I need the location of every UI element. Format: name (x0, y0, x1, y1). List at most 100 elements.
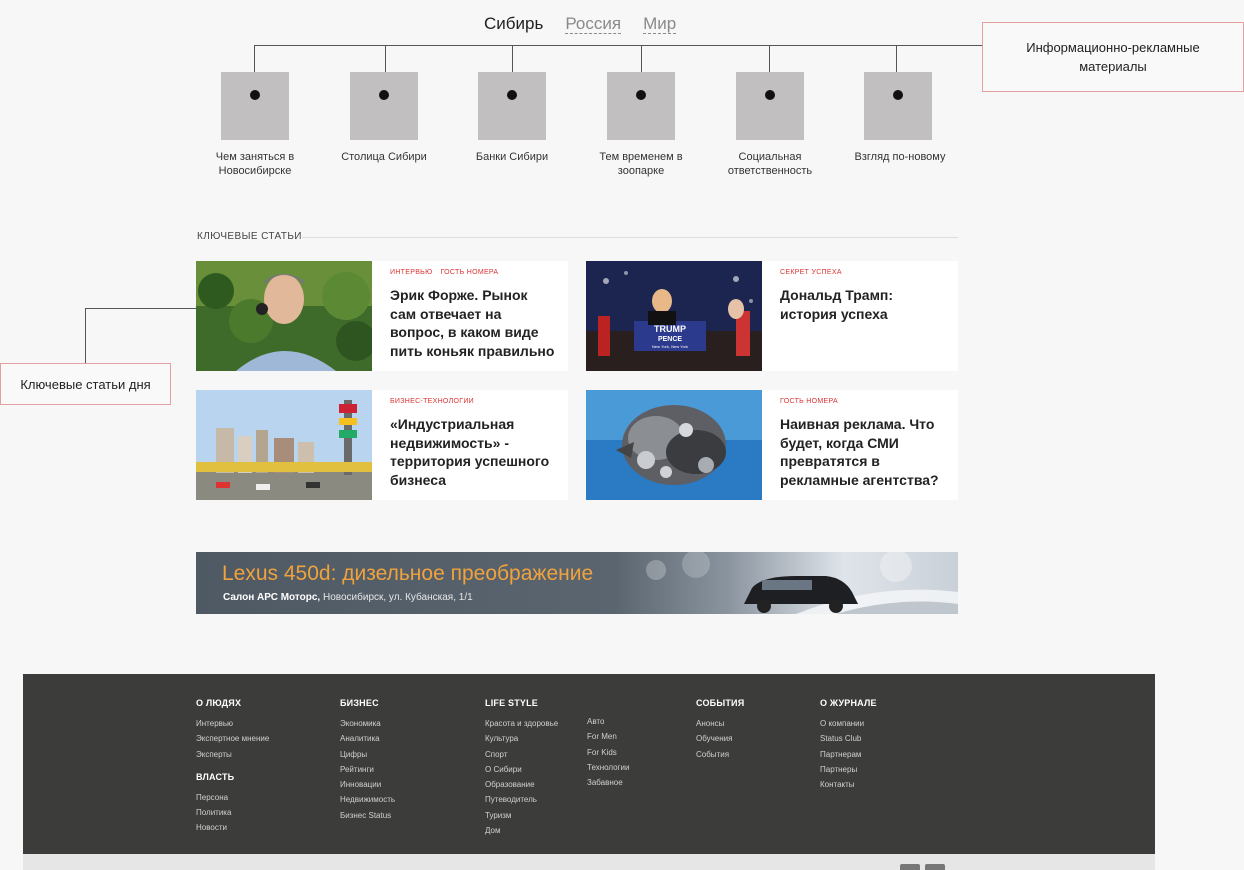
footer-link[interactable]: Красота и здоровье (485, 716, 558, 731)
footer-link[interactable]: Культура (485, 731, 558, 746)
footer-link[interactable]: Обучения (696, 731, 744, 746)
footer-link[interactable]: Аналитика (340, 731, 395, 746)
article-headline[interactable]: Дональд Трамп: история успеха (780, 286, 946, 323)
promo-tile-label[interactable]: Взгляд по-новому (840, 150, 960, 164)
promo-tile[interactable] (736, 72, 804, 140)
section-title: КЛЮЧЕВЫЕ СТАТЬИ (197, 231, 302, 242)
footer-link[interactable]: Анонсы (696, 716, 744, 731)
footer-link[interactable]: For Men (587, 729, 629, 744)
footer-column-title[interactable]: О ЛЮДЯХ (196, 698, 269, 708)
article-card[interactable]: ГОСТЬ НОМЕРА Наивная реклама. Что будет,… (586, 390, 958, 500)
footer-column-title[interactable]: ВЛАСТЬ (196, 772, 269, 782)
marker-dot-icon (379, 90, 389, 100)
key-articles-annotation: Ключевые статьи дня (0, 363, 171, 405)
footer-link[interactable]: Экспертное мнение (196, 731, 269, 746)
article-thumbnail (196, 261, 372, 371)
footer-column: Авто For Men For Kids Технологии Забавно… (587, 714, 629, 790)
footer-column: СОБЫТИЯ Анонсы Обучения События (696, 698, 744, 762)
section-divider (302, 237, 958, 238)
promo-tile-label[interactable]: Тем временем в зоопарке (581, 150, 701, 178)
footer-link[interactable]: О компании (820, 716, 877, 731)
article-card[interactable]: ИНТЕРВЬЮ ГОСТЬ НОМЕРА Эрик Форже. Рынок … (196, 261, 568, 371)
footer-link[interactable]: Новости (196, 820, 269, 835)
image-text: New York, New York (652, 344, 688, 349)
footer-link[interactable]: Образование (485, 777, 558, 792)
marker-dot-icon (636, 90, 646, 100)
marker-dot-icon (250, 90, 260, 100)
region-tabs: Сибирь Россия Мир (484, 14, 677, 34)
article-tags: ГОСТЬ НОМЕРА (780, 398, 946, 405)
article-tag[interactable]: ИНТЕРВЬЮ (390, 269, 432, 276)
article-tag[interactable]: БИЗНЕС-ТЕХНОЛОГИИ (390, 398, 474, 405)
article-tag[interactable]: СЕКРЕТ УСПЕХА (780, 269, 842, 276)
footer-link[interactable]: Персона (196, 790, 269, 805)
article-tag[interactable]: ГОСТЬ НОМЕРА (440, 269, 498, 276)
footer-link[interactable]: Дом (485, 823, 558, 838)
article-thumbnail: TRUMP PENCE New York, New York (586, 261, 762, 371)
footer-column-title[interactable]: О ЖУРНАЛЕ (820, 698, 877, 708)
promo-tile[interactable] (607, 72, 675, 140)
key-connector (85, 308, 196, 309)
footer-link[interactable]: Контакты (820, 777, 877, 792)
article-thumbnail (196, 390, 372, 500)
ad-subtitle: Салон АРС Моторс, Новосибирск, ул. Кубан… (223, 592, 473, 603)
article-card[interactable]: БИЗНЕС-ТЕХНОЛОГИИ «Индустриальная недвиж… (196, 390, 568, 500)
footer-link[interactable]: Status Club (820, 731, 877, 746)
promo-tile[interactable] (221, 72, 289, 140)
footer-link[interactable]: Экономика (340, 716, 395, 731)
footer-link[interactable]: Партнерам (820, 747, 877, 762)
marker-dot-icon (893, 90, 903, 100)
promo-tile-label[interactable]: Столица Сибири (324, 150, 444, 164)
footer-column-title[interactable]: БИЗНЕС (340, 698, 395, 708)
promo-tile[interactable] (350, 72, 418, 140)
footer-link[interactable]: Политика (196, 805, 269, 820)
article-body: БИЗНЕС-ТЕХНОЛОГИИ «Индустриальная недвиж… (372, 390, 568, 500)
footer-column: БИЗНЕС Экономика Аналитика Цифры Рейтинг… (340, 698, 395, 823)
article-headline[interactable]: Наивная реклама. Что будет, когда СМИ пр… (780, 415, 946, 489)
footer-link[interactable]: Эксперты (196, 747, 269, 762)
article-tags: БИЗНЕС-ТЕХНОЛОГИИ (390, 398, 556, 405)
ad-address: Новосибирск, ул. Кубанская, 1/1 (320, 592, 473, 603)
footer-link[interactable]: Забавное (587, 775, 629, 790)
article-headline[interactable]: «Индустриальная недвижимость» - территор… (390, 415, 556, 489)
footer-link[interactable]: For Kids (587, 745, 629, 760)
footer-column: О ЖУРНАЛЕ О компании Status Club Партнер… (820, 698, 877, 792)
tab-siberia[interactable]: Сибирь (484, 14, 543, 34)
footer-link[interactable]: О Сибири (485, 762, 558, 777)
tab-world[interactable]: Мир (643, 14, 677, 34)
article-headline[interactable]: Эрик Форже. Рынок сам отвечает на вопрос… (390, 286, 556, 360)
article-thumbnail (586, 390, 762, 500)
article-tag[interactable]: ГОСТЬ НОМЕРА (780, 398, 838, 405)
footer-column-title[interactable]: СОБЫТИЯ (696, 698, 744, 708)
promo-tile-label[interactable]: Банки Сибири (452, 150, 572, 164)
footer-link[interactable]: Путеводитель (485, 792, 558, 807)
image-text: TRUMP (654, 324, 686, 334)
facebook-icon[interactable] (900, 864, 920, 870)
promo-tile-label[interactable]: Чем заняться в Новосибирске (195, 150, 315, 178)
article-body: ГОСТЬ НОМЕРА Наивная реклама. Что будет,… (762, 390, 958, 500)
promo-tile[interactable] (864, 72, 932, 140)
footer-link[interactable]: Партнеры (820, 762, 877, 777)
footer-link[interactable]: Бизнес Status (340, 808, 395, 823)
footer-link[interactable]: Авто (587, 714, 629, 729)
footer-bottom-bar (23, 854, 1155, 870)
promo-tile-label[interactable]: Социальная ответственность (710, 150, 830, 178)
tab-russia[interactable]: Россия (565, 14, 622, 34)
article-tags: СЕКРЕТ УСПЕХА (780, 269, 946, 276)
article-card[interactable]: TRUMP PENCE New York, New York СЕКРЕТ УС… (586, 261, 958, 371)
footer-link[interactable]: Цифры (340, 747, 395, 762)
footer-link[interactable]: Туризм (485, 808, 558, 823)
instagram-icon[interactable] (925, 864, 945, 870)
footer-link[interactable]: Инновации (340, 777, 395, 792)
marker-dot-icon (507, 90, 517, 100)
ad-banner[interactable]: Lexus 450d: дизельное преображение Салон… (196, 552, 958, 614)
footer-link[interactable]: Рейтинги (340, 762, 395, 777)
footer-column-title[interactable]: LIFE STYLE (485, 698, 558, 708)
footer-link[interactable]: Спорт (485, 747, 558, 762)
footer: О ЛЮДЯХ Интервью Экспертное мнение Экспе… (23, 674, 1155, 854)
footer-link[interactable]: Недвижимость (340, 792, 395, 807)
footer-link[interactable]: Технологии (587, 760, 629, 775)
footer-link[interactable]: Интервью (196, 716, 269, 731)
footer-link[interactable]: События (696, 747, 744, 762)
promo-tile[interactable] (478, 72, 546, 140)
